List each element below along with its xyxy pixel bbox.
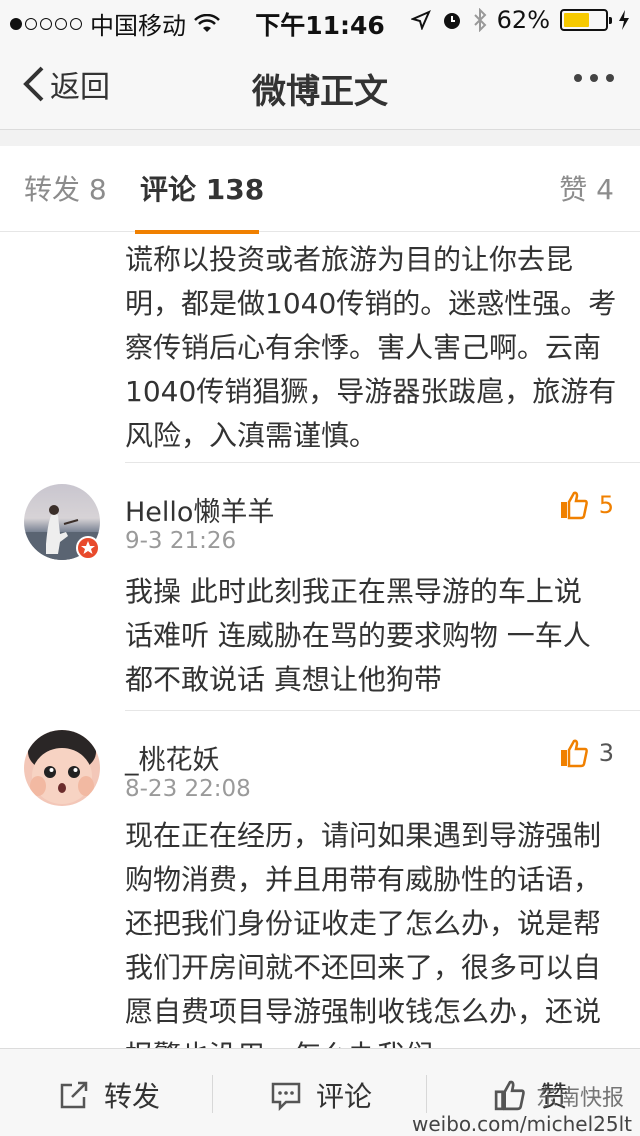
like-count: 3 [598, 739, 614, 767]
share-icon [60, 1081, 88, 1109]
like-button[interactable]: 5 [559, 490, 614, 520]
comment-text: 我操 此时此刻我正在黑导游的车上说话难听 连威胁在骂的要求购物 一车人都不敢说话… [125, 575, 591, 696]
verified-badge-icon [76, 536, 100, 560]
nav-bar: 返回 微博正文 [0, 40, 640, 130]
comment-time: 9-3 21:26 [125, 528, 237, 554]
battery-icon [560, 9, 612, 31]
like-button[interactable]: 3 [559, 738, 614, 768]
more-icon-dot [606, 74, 614, 82]
thumbs-up-icon [560, 491, 588, 520]
divider [125, 462, 640, 463]
divider [125, 710, 640, 711]
charging-icon [619, 10, 629, 30]
alarm-icon [443, 13, 460, 29]
watermark-url: weibo.com/michel25lt [411, 1112, 632, 1136]
more-icon-dot [574, 74, 582, 82]
detail-tabs: 转发 8 评论 138 赞 4 [0, 146, 640, 234]
location-arrow-icon [410, 10, 431, 30]
section-gap [0, 130, 640, 146]
tab-repost[interactable]: 转发 8 [24, 168, 107, 208]
divider [426, 1075, 427, 1113]
page-title: 微博正文 [252, 72, 388, 112]
divider [212, 1075, 213, 1113]
repost-button[interactable]: 转发 [58, 1075, 160, 1115]
like-count: 5 [598, 491, 614, 519]
thumbs-up-icon [560, 739, 588, 768]
status-bar: 中国移动 下午11:46 62% [0, 0, 640, 40]
avatar-photo [28, 730, 96, 804]
commenter-name[interactable]: Hello懒羊羊 [125, 490, 274, 529]
watermark-badge: 东南快报 [535, 1086, 624, 1111]
avatar[interactable] [24, 730, 100, 806]
comment-label: 评论 [316, 1080, 373, 1113]
more-button[interactable] [574, 74, 614, 82]
comment-text: 谎称以投资或者旅游为目的让你去昆明，都是做1040传销的。迷惑性强。考察传销后心… [125, 243, 617, 452]
status-right: 62% [410, 6, 630, 34]
bluetooth-icon [473, 8, 487, 32]
more-icon-dot [590, 74, 598, 82]
tab-like[interactable]: 赞 4 [559, 168, 614, 208]
tab-comment[interactable]: 评论 138 [140, 168, 264, 208]
commenter-name[interactable]: _桃花妖 [125, 738, 220, 777]
comment-icon [271, 1082, 301, 1111]
comment-button[interactable]: 评论 [270, 1075, 372, 1115]
battery-fill [564, 13, 589, 27]
active-tab-indicator [135, 230, 259, 234]
repost-label: 转发 [104, 1080, 161, 1113]
comment-time: 8-23 22:08 [125, 776, 251, 802]
thumbs-up-icon [494, 1080, 525, 1111]
comment-text: 现在正在经历，请问如果遇到导游强制购物消费，并且用带有威胁性的话语，还把我们身份… [125, 819, 602, 1048]
battery-percent: 62% [496, 6, 550, 34]
